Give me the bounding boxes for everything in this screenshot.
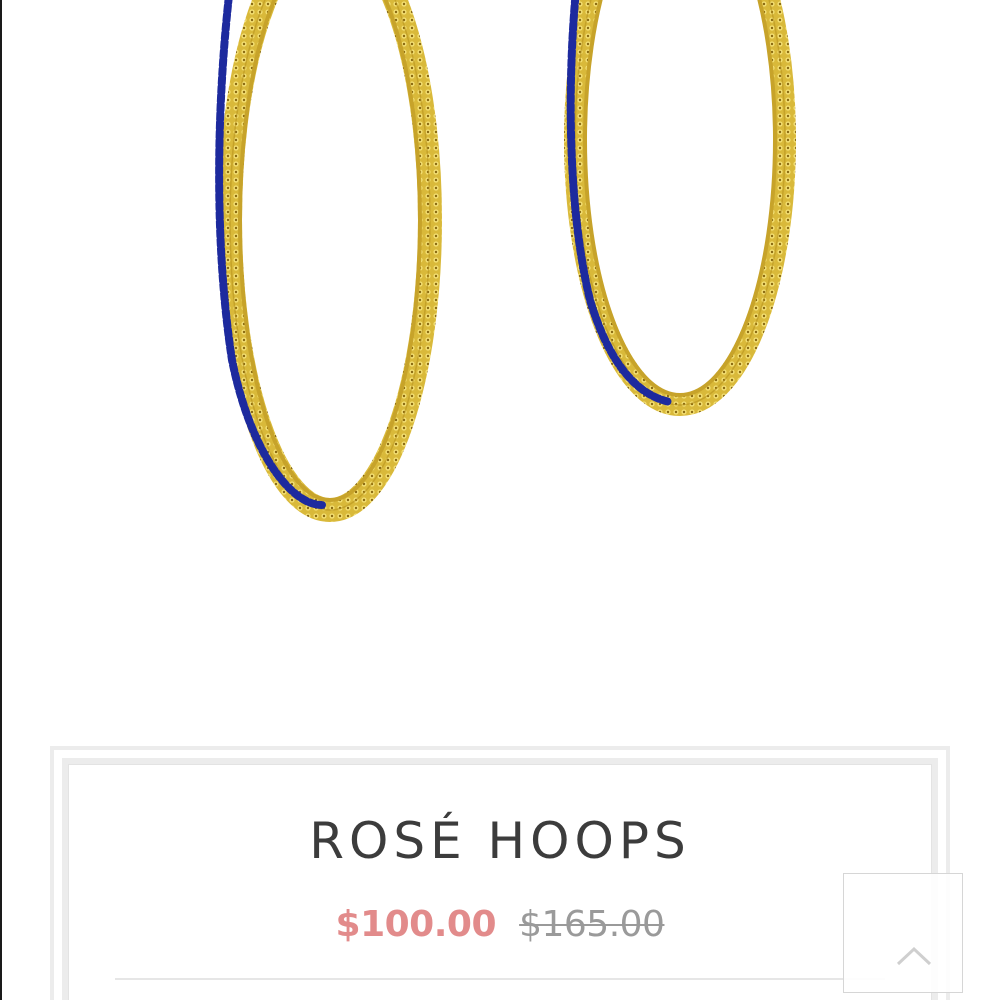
product-page: ROSÉ HOOPS $100.00 $165.00 [0, 0, 1000, 1000]
earring-left-hoop [215, 0, 442, 522]
back-to-top-button[interactable] [843, 873, 963, 993]
chevron-up-icon [896, 946, 932, 966]
original-price: $165.00 [519, 904, 665, 945]
product-title: ROSÉ HOOPS [309, 812, 691, 870]
product-image[interactable] [0, 0, 1000, 740]
divider [115, 978, 885, 980]
earring-right-hoop [564, 0, 796, 416]
sale-price: $100.00 [335, 904, 497, 945]
product-card [68, 764, 932, 1000]
